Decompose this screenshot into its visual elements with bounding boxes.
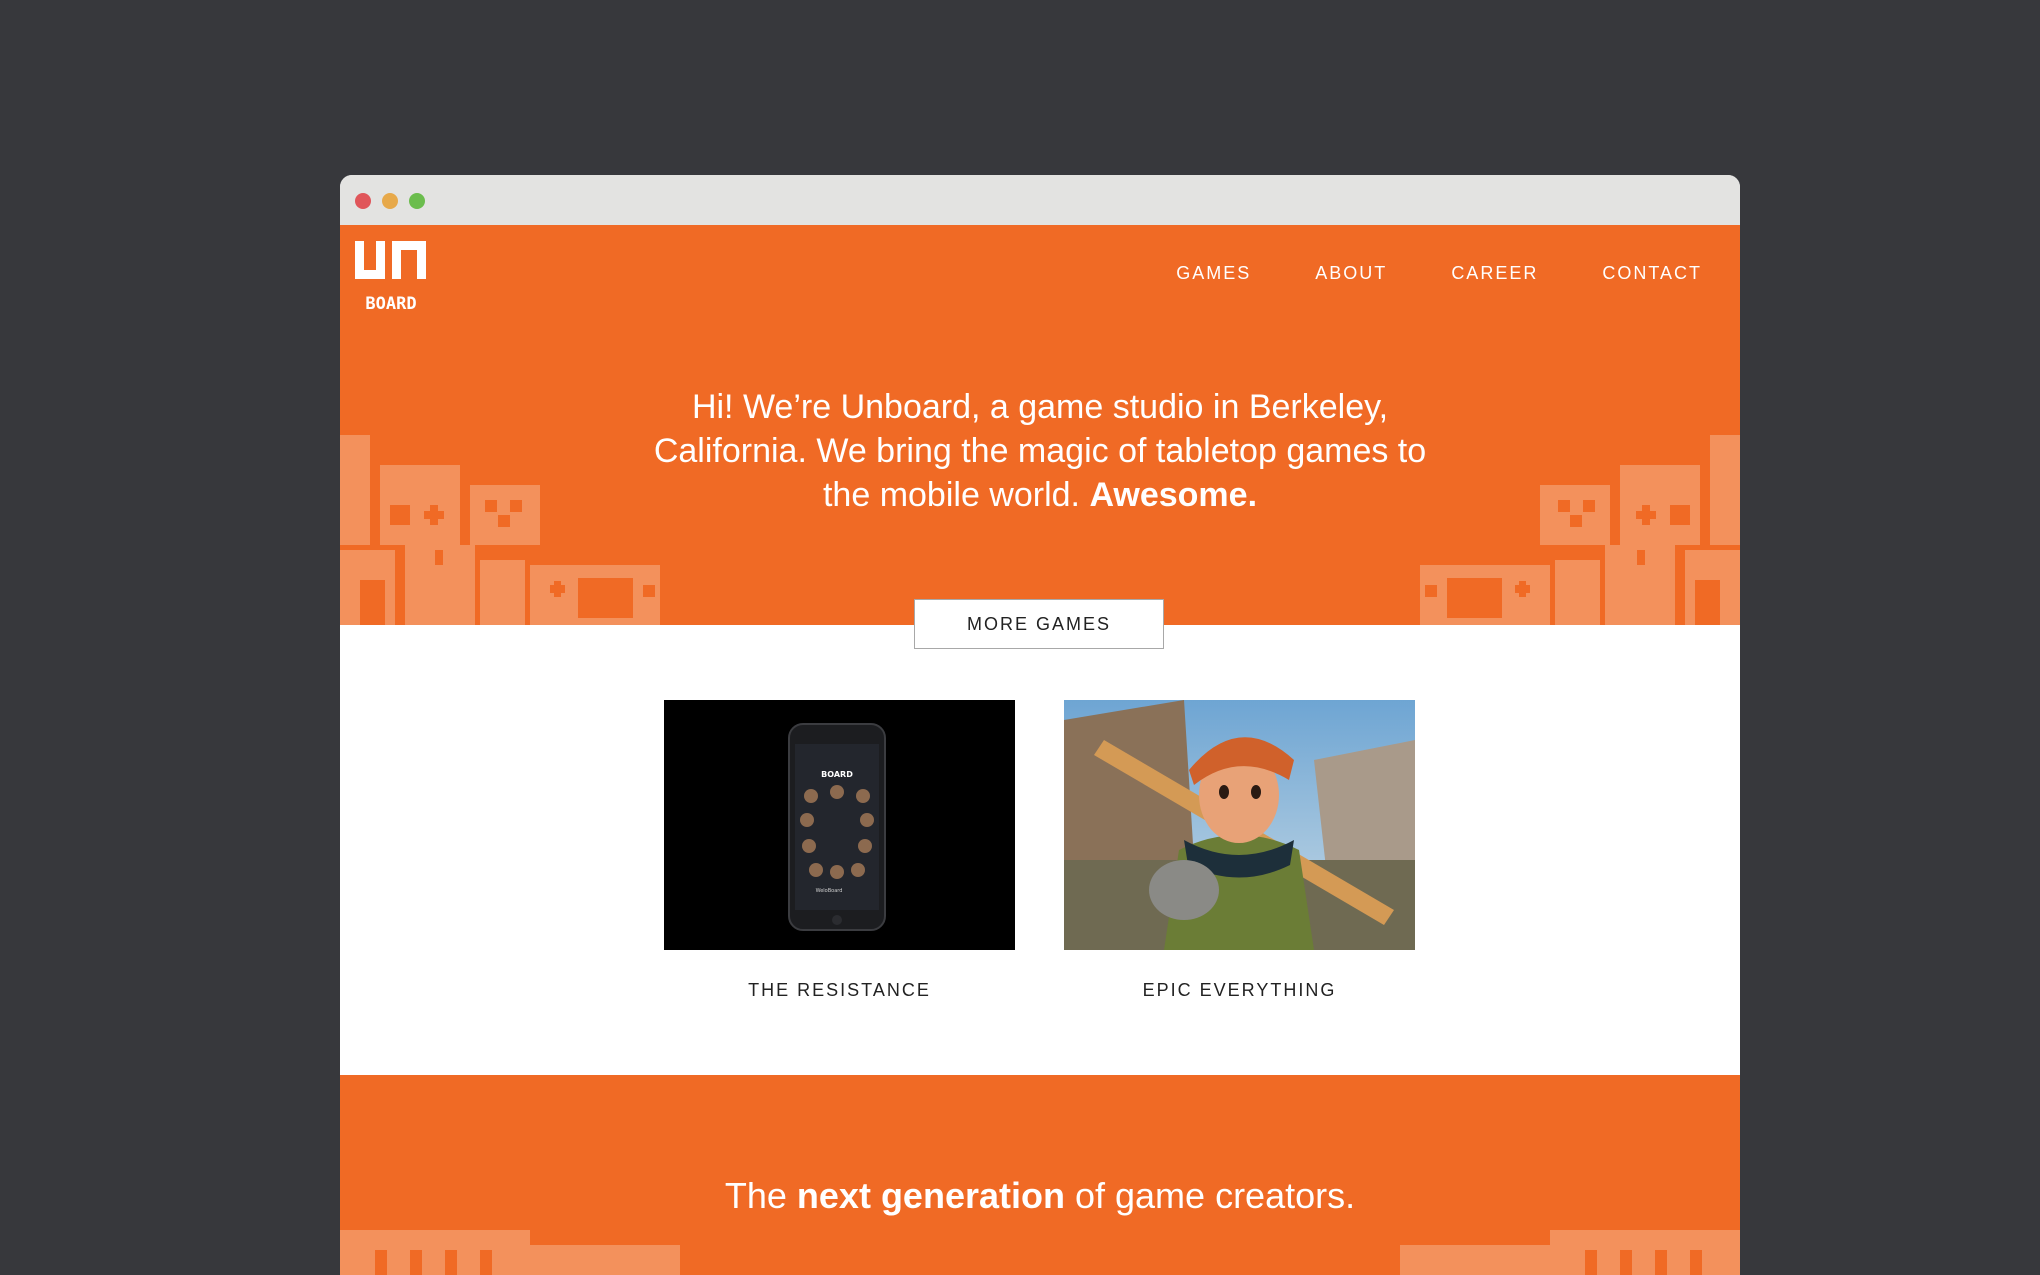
maximize-window-button[interactable]	[409, 193, 425, 209]
pixel-art-decoration-bottom-left	[340, 1230, 680, 1275]
game-card-epic-everything[interactable]: EPIC EVERYTHING	[1064, 700, 1415, 1001]
tagline-emphasis: next generation	[796, 1175, 1065, 1216]
hero-intro-emphasis: Awesome.	[1089, 476, 1258, 514]
pixel-art-decoration-right	[1420, 435, 1740, 625]
game-thumbnail-epic-everything[interactable]	[1064, 700, 1415, 950]
logo-text: BOARD	[365, 294, 416, 313]
minimize-window-button[interactable]	[382, 193, 398, 209]
phone-app-footer: WeloBoard	[816, 888, 843, 894]
hero-intro-text: Hi! We’re Unboard, a game studio in Berk…	[653, 388, 1427, 514]
close-window-button[interactable]	[355, 193, 371, 209]
creators-tagline: The next generation of game creators.	[340, 1175, 1740, 1217]
creators-section: The next generation of game creators.	[340, 1075, 1740, 1275]
game-thumbnail-resistance[interactable]: BOARD WeloBoard	[664, 700, 1015, 950]
nav-career[interactable]: CAREER	[1451, 263, 1538, 284]
nav-about[interactable]: ABOUT	[1315, 263, 1387, 284]
tagline-suffix: of game creators.	[1064, 1175, 1356, 1216]
browser-window: BOARD GAMES ABOUT CAREER CONTACT Hi! We’…	[340, 175, 1740, 1275]
main-nav: GAMES ABOUT CAREER CONTACT	[1112, 263, 1702, 284]
pixel-art-decoration-bottom-right	[1400, 1230, 1740, 1275]
phone-app-title: BOARD	[821, 770, 853, 779]
unboard-logo[interactable]: BOARD	[354, 239, 428, 313]
phone-mockup-image: BOARD WeloBoard	[788, 723, 886, 931]
games-section: BOARD WeloBoard THE RESISTANCE EPIC EVER…	[340, 625, 1740, 1075]
tagline-prefix: The	[724, 1175, 797, 1216]
epic-everything-artwork	[1064, 700, 1415, 950]
game-title-resistance[interactable]: THE RESISTANCE	[664, 980, 1015, 1001]
nav-contact[interactable]: CONTACT	[1602, 263, 1702, 284]
game-title-epic-everything[interactable]: EPIC EVERYTHING	[1064, 980, 1415, 1001]
nav-games[interactable]: GAMES	[1176, 263, 1251, 284]
hero-section: BOARD GAMES ABOUT CAREER CONTACT Hi! We’…	[340, 225, 1740, 625]
browser-titlebar	[340, 175, 1740, 225]
hero-intro: Hi! We’re Unboard, a game studio in Berk…	[640, 385, 1440, 517]
pixel-art-decoration-left	[340, 435, 660, 625]
more-games-button[interactable]: MORE GAMES	[914, 599, 1164, 649]
game-card-resistance[interactable]: BOARD WeloBoard THE RESISTANCE	[664, 700, 1015, 1001]
